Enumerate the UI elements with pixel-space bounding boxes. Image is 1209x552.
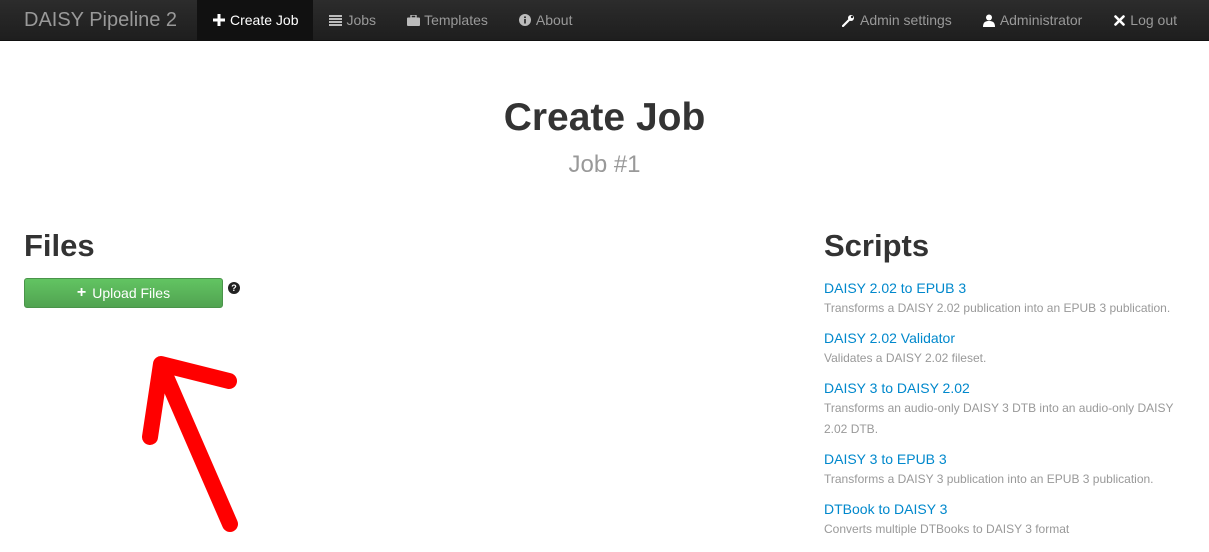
list-icon [328,13,342,27]
nav-about-label: About [535,12,573,28]
nav-jobs[interactable]: Jobs [313,0,391,40]
script-link[interactable]: DAISY 2.02 Validator [824,329,1184,347]
close-icon [1112,13,1126,27]
page-title: Create Job [503,96,706,139]
script-item: DTBook to DAISY 3 Converts multiple DTBo… [824,500,1184,540]
script-link[interactable]: DAISY 3 to EPUB 3 [824,450,1184,468]
nav-log-out-label: Log out [1130,12,1177,28]
scripts-list: DAISY 2.02 to EPUB 3 Transforms a DAISY … [824,279,1184,550]
plus-icon: + [76,284,87,301]
brand-logo[interactable]: DAISY Pipeline 2 [24,0,177,40]
upload-files-label: Upload Files [92,285,171,301]
script-description: Transforms an audio-only DAISY 3 DTB int… [824,401,1174,436]
job-number: Job #1 [568,151,641,178]
script-description: Validates a DAISY 2.02 fileset. [824,351,987,365]
script-description: Transforms a DAISY 2.02 publication into… [824,301,1171,315]
files-heading: Files [24,228,95,263]
script-item: DAISY 2.02 Validator Validates a DAISY 2… [824,329,1184,369]
user-nav: Admin settings Administrator Log out [827,0,1192,40]
question-icon[interactable]: ? [228,282,240,294]
script-item: DAISY 3 to DAISY 2.02 Transforms an audi… [824,379,1184,440]
wrench-icon [842,13,856,27]
nav-create-job[interactable]: Create Job [197,0,314,40]
plus-icon [212,13,226,27]
nav-admin-settings-label: Admin settings [859,12,952,28]
scripts-heading: Scripts [824,228,930,263]
main-nav: Create Job Jobs Templates About [197,0,587,40]
nav-administrator-label: Administrator [999,12,1083,28]
info-icon [518,13,532,27]
nav-administrator[interactable]: Administrator [967,0,1097,40]
script-item: DAISY 2.02 to EPUB 3 Transforms a DAISY … [824,279,1184,319]
script-link[interactable]: DAISY 2.02 to EPUB 3 [824,279,1184,297]
nav-create-job-label: Create Job [230,12,299,28]
script-link[interactable]: DAISY 3 to DAISY 2.02 [824,379,1184,397]
script-description: Converts multiple DTBooks to DAISY 3 for… [824,522,1070,536]
nav-about[interactable]: About [503,0,588,40]
nav-jobs-label: Jobs [346,12,377,28]
nav-templates[interactable]: Templates [391,0,503,40]
briefcase-icon [406,13,420,27]
user-icon [982,13,996,27]
script-item: DAISY 3 to EPUB 3 Transforms a DAISY 3 p… [824,450,1184,490]
script-link[interactable]: DTBook to DAISY 3 [824,500,1184,518]
script-description: Transforms a DAISY 3 publication into an… [824,472,1154,486]
nav-templates-label: Templates [424,12,488,28]
upload-files-button[interactable]: + Upload Files [24,278,223,308]
nav-admin-settings[interactable]: Admin settings [827,0,967,40]
top-navbar: DAISY Pipeline 2 Create Job Jobs Templat… [0,0,1209,41]
nav-log-out[interactable]: Log out [1097,0,1192,40]
